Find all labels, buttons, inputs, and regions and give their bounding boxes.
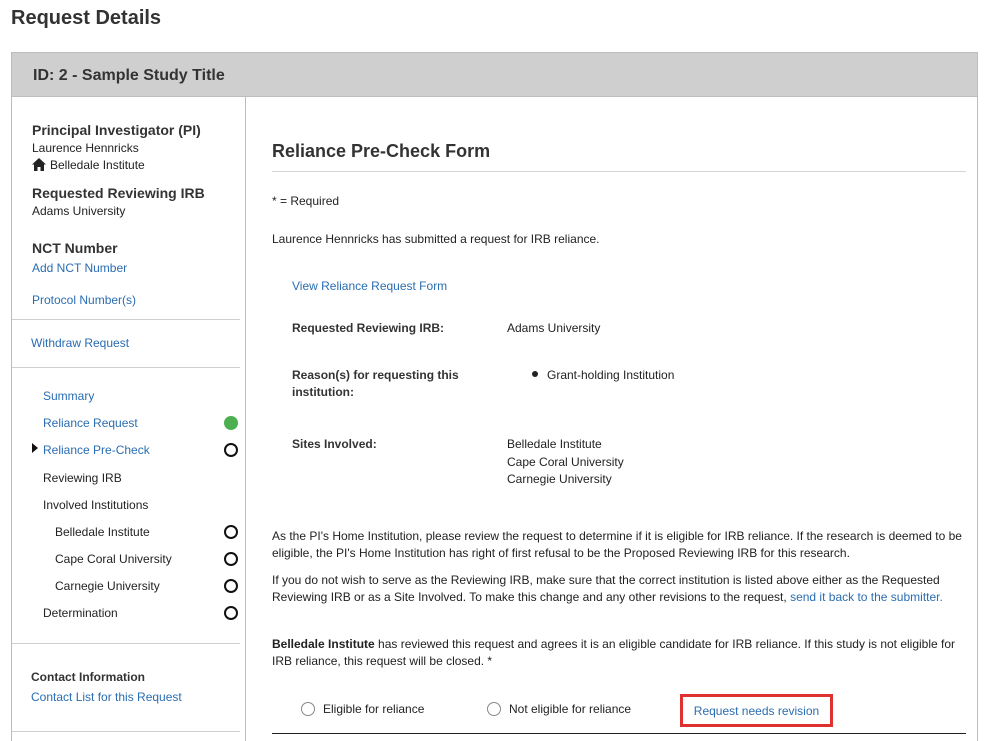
nav-reliance-request[interactable]: Reliance Request (43, 416, 138, 430)
nav-institution-item: Carnegie University (55, 579, 160, 593)
contact-heading: Contact Information (31, 670, 145, 684)
nav-reviewing-irb: Reviewing IRB (43, 471, 122, 485)
protocol-numbers-link[interactable]: Protocol Number(s) (32, 293, 136, 307)
sites-label: Sites Involved: (292, 437, 377, 451)
withdraw-request-link[interactable]: Withdraw Request (31, 336, 129, 350)
home-icon (32, 158, 46, 174)
required-note: * = Required (272, 194, 340, 208)
site-item: Carnegie University (507, 472, 612, 486)
nav-determination: Determination (43, 606, 118, 620)
pi-heading: Principal Investigator (PI) (32, 122, 201, 138)
sidebar-divider (12, 731, 240, 732)
page-title: Request Details (11, 7, 162, 29)
reason-label: Reason(s) for requesting this institutio… (292, 368, 459, 399)
nav-summary[interactable]: Summary (43, 389, 94, 403)
eligibility-question: Belledale Institute has reviewed this re… (272, 636, 972, 670)
pi-institution: Belledale Institute (32, 158, 145, 174)
nct-heading: NCT Number (32, 240, 118, 256)
main-content: Reliance Pre-Check Form * = Required Lau… (247, 97, 977, 741)
current-step-arrow-icon (32, 443, 38, 453)
reason-text: Grant-holding Institution (547, 368, 675, 382)
eligible-option[interactable]: Eligible for reliance (301, 702, 424, 716)
incomplete-status-icon (224, 579, 238, 593)
nav-institution-item: Belledale Institute (55, 525, 150, 539)
sidebar-divider (12, 643, 240, 644)
not-eligible-radio[interactable] (487, 702, 501, 716)
eligible-radio[interactable] (301, 702, 315, 716)
contact-list-link[interactable]: Contact List for this Request (31, 690, 182, 704)
incomplete-status-icon (224, 525, 238, 539)
form-bottom-divider (272, 733, 966, 734)
reason-value: Grant-holding Institution (532, 367, 674, 385)
intro-text: Laurence Hennricks has submitted a reque… (272, 232, 600, 246)
nav-institution-item: Cape Coral University (55, 552, 172, 566)
sidebar-divider (12, 319, 240, 320)
revision-paragraph: If you do not wish to serve as the Revie… (272, 572, 972, 606)
sidebar: Principal Investigator (PI) Laurence Hen… (12, 97, 246, 741)
requested-irb-label: Requested Reviewing IRB: (292, 321, 445, 335)
question-text: has reviewed this request and agrees it … (272, 637, 956, 668)
incomplete-status-icon (224, 552, 238, 566)
not-eligible-label: Not eligible for reliance (509, 702, 632, 716)
not-eligible-option[interactable]: Not eligible for reliance (487, 702, 631, 716)
form-title-divider (272, 171, 966, 172)
nav-involved-institutions: Involved Institutions (43, 498, 149, 512)
incomplete-status-icon (224, 443, 238, 457)
request-panel: ID: 2 - Sample Study Title Principal Inv… (11, 52, 978, 741)
site-item: Belledale Institute (507, 437, 602, 451)
form-title: Reliance Pre-Check Form (272, 141, 491, 161)
irb-value: Adams University (32, 204, 126, 218)
panel-header: ID: 2 - Sample Study Title (12, 53, 977, 97)
bullet-icon (532, 371, 538, 377)
site-item: Cape Coral University (507, 454, 624, 469)
incomplete-status-icon (224, 606, 238, 620)
pi-name: Laurence Hennricks (32, 141, 139, 155)
complete-status-icon (224, 416, 238, 430)
sidebar-divider (12, 367, 240, 368)
irb-heading: Requested Reviewing IRB (32, 185, 205, 201)
nav-reliance-precheck[interactable]: Reliance Pre-Check (43, 443, 150, 457)
add-nct-link[interactable]: Add NCT Number (32, 261, 127, 275)
home-institution-paragraph: As the PI's Home Institution, please rev… (272, 529, 962, 560)
send-back-link[interactable]: send it back to the submitter. (790, 590, 943, 604)
eligible-label: Eligible for reliance (323, 702, 425, 716)
view-reliance-form-link[interactable]: View Reliance Request Form (292, 278, 447, 295)
request-revision-button[interactable]: Request needs revision (680, 694, 833, 727)
question-institution: Belledale Institute (272, 637, 375, 651)
pi-institution-label: Belledale Institute (50, 158, 145, 172)
requested-irb-value: Adams University (507, 321, 601, 335)
